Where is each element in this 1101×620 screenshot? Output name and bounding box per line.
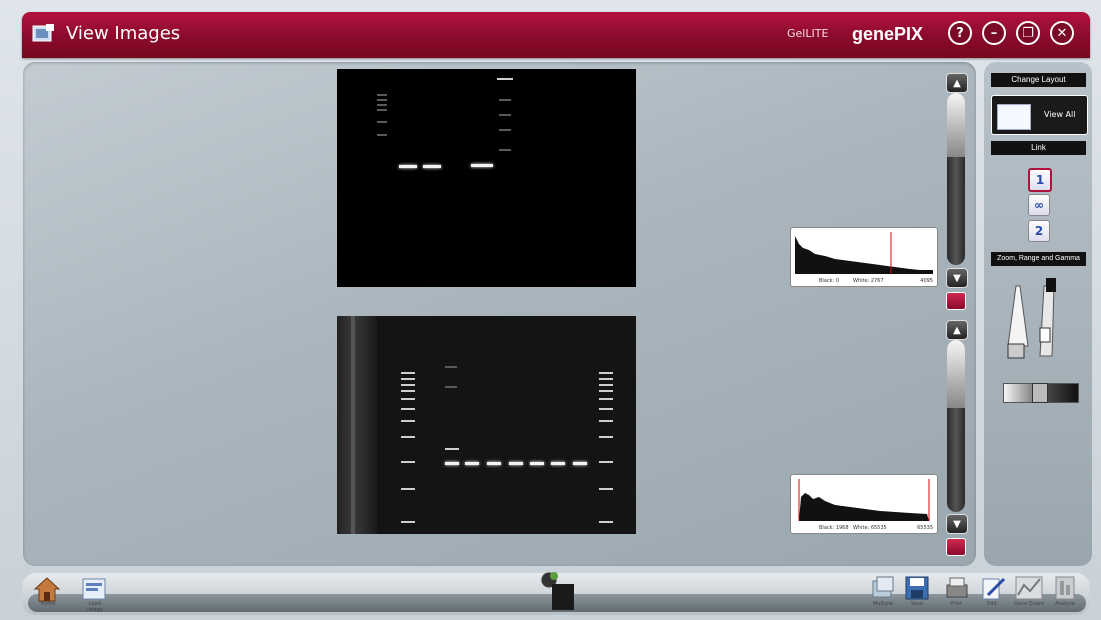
histogram-1-black: Black: 0 <box>819 278 839 284</box>
link-image-2-button[interactable]: 2 <box>1028 220 1050 242</box>
histogram-2-white: White: 65535 <box>853 525 887 531</box>
load-image-button[interactable] <box>80 575 106 603</box>
save-icon <box>905 576 929 600</box>
gene-quant-label: Gene Quant <box>1013 601 1045 607</box>
level-slider-1[interactable] <box>947 93 965 265</box>
level-down-button-2[interactable]: ▼ <box>946 514 968 534</box>
histogram-2-max: 65535 <box>917 525 933 531</box>
home-label: Home <box>40 601 56 607</box>
histogram-1: Black: 0 White: 2767 4095 <box>790 227 938 287</box>
page-title: View Images <box>66 23 181 44</box>
close-button[interactable]: ✕ <box>1050 21 1074 45</box>
help-button[interactable]: ? <box>948 21 972 45</box>
link-header: Link <box>991 141 1086 155</box>
multiple-button[interactable] <box>870 575 896 603</box>
histogram-2-black: Black: 1968 <box>819 525 849 531</box>
histogram-toggle-button-2[interactable] <box>946 538 966 556</box>
level-up-button-2[interactable]: ▲ <box>946 320 968 340</box>
histogram-1-white: White: 2767 <box>853 278 884 284</box>
change-layout-header: Change Layout <box>991 73 1086 87</box>
layout-preview-icon <box>997 104 1031 130</box>
multiple-icon <box>872 576 894 598</box>
histogram-toggle-button-1[interactable] <box>946 292 966 310</box>
edition-label: GelLITE <box>787 27 829 40</box>
brand-logo: genePIX <box>852 24 924 44</box>
zoom-range-gamma-header: Zoom, Range and Gamma <box>991 252 1086 266</box>
histogram-plot-1 <box>795 232 933 274</box>
print-button[interactable] <box>944 575 970 603</box>
gene-quant-button[interactable] <box>1014 575 1043 603</box>
gamma-slider[interactable] <box>1003 383 1079 403</box>
analyze-icon <box>1055 576 1075 600</box>
save-button[interactable] <box>904 575 930 603</box>
level-slider-2[interactable] <box>947 340 965 512</box>
view-all-label: View All <box>1044 110 1076 119</box>
link-image-1-button[interactable]: 1 <box>1028 168 1052 192</box>
histogram-2: Black: 1968 White: 65535 65535 <box>790 474 938 534</box>
home-icon <box>33 577 61 602</box>
save-label: Save <box>910 601 924 607</box>
load-image-label: Load Image <box>87 601 103 613</box>
view-all-button[interactable]: View All <box>991 95 1088 135</box>
camera-device-icon[interactable] <box>538 570 578 610</box>
edit-label: Edit <box>987 601 997 607</box>
print-label: Print <box>950 601 962 607</box>
gel-image-2[interactable] <box>337 316 636 534</box>
analyze-button[interactable] <box>1052 575 1078 603</box>
analyze-label: Analyze <box>1055 601 1075 607</box>
level-down-button-1[interactable]: ▼ <box>946 268 968 288</box>
app-images-icon <box>32 24 54 42</box>
print-icon <box>946 577 968 598</box>
home-button[interactable] <box>33 575 61 603</box>
link-chain-button[interactable]: ∞ <box>1028 194 1050 216</box>
edit-icon <box>982 577 1006 600</box>
edit-button[interactable] <box>980 575 1006 603</box>
histogram-plot-2 <box>798 479 930 521</box>
zoom-range-sliders[interactable] <box>1000 276 1080 366</box>
restore-button[interactable]: ❐ <box>1016 21 1040 45</box>
gene-quant-icon <box>1015 576 1043 600</box>
multiple-label: Multiple <box>873 601 893 607</box>
title-bar: View Images GelLITE genePIX ? – ❐ ✕ <box>22 12 1090 58</box>
histogram-1-max: 4095 <box>920 278 933 284</box>
gamma-slider-handle[interactable] <box>1032 383 1048 403</box>
load-image-icon <box>82 578 106 600</box>
level-up-button-1[interactable]: ▲ <box>946 73 968 93</box>
gel-image-1[interactable] <box>337 69 636 287</box>
minimize-button[interactable]: – <box>982 21 1006 45</box>
